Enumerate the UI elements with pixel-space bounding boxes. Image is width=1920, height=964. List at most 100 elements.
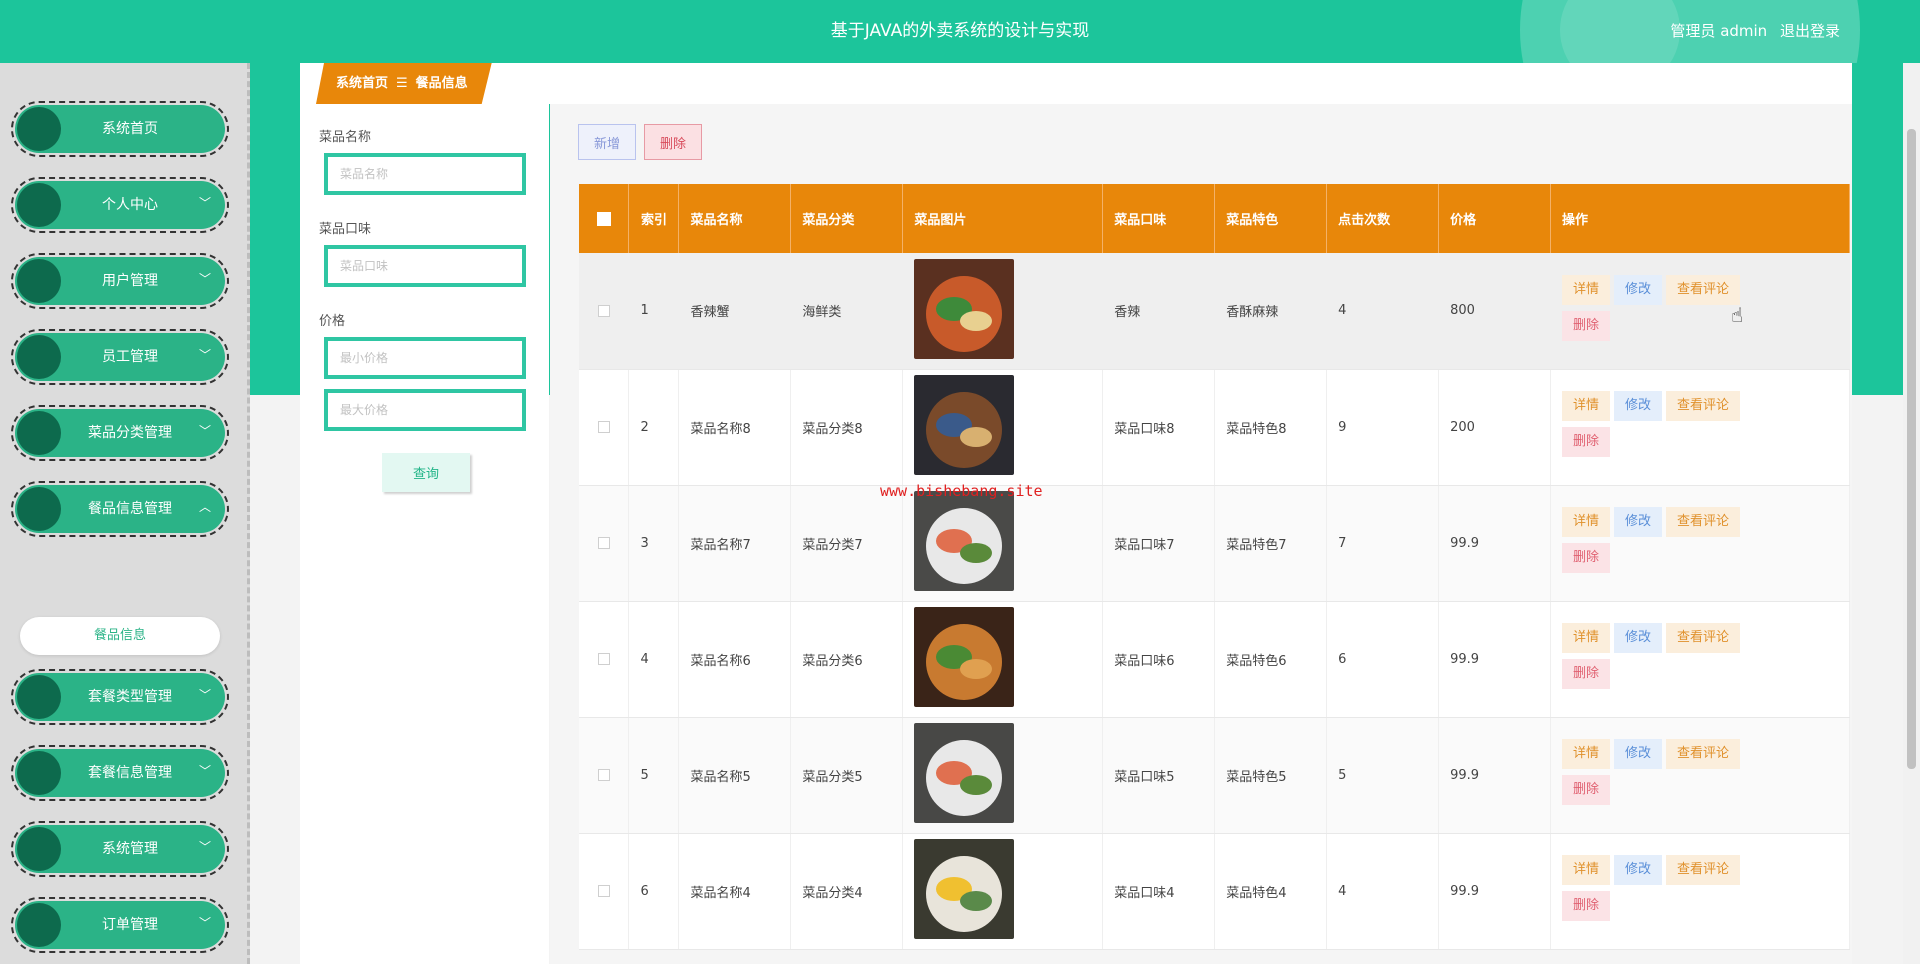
view-reviews-button[interactable]: 查看评论 <box>1666 391 1741 421</box>
sidebar-item-dish-info[interactable]: 餐品信息管理 ︿ <box>11 481 229 537</box>
sidebar-item-set-type[interactable]: 套餐类型管理 ﹀ <box>11 669 229 725</box>
sidebar-item-personal[interactable]: 个人中心 ﹀ <box>11 177 229 233</box>
table-row[interactable]: 1 香辣蟹 海鲜类 香辣 香酥麻辣 4 800 详情 修改 查看评论 删除 <box>579 253 1850 370</box>
menu-knob-icon <box>17 183 61 227</box>
dish-name-input[interactable] <box>324 153 526 195</box>
max-price-input[interactable] <box>324 389 526 431</box>
sidebar-subitem-dish-info[interactable]: 餐品信息 <box>20 617 220 655</box>
row-select-cell[interactable] <box>579 369 630 486</box>
query-button[interactable]: 查询 <box>382 453 470 492</box>
row-actions: 详情 修改 查看评论删除 <box>1550 833 1850 950</box>
menu-knob-icon <box>17 675 61 719</box>
row-dish-taste: 菜品口味8 <box>1102 369 1216 486</box>
row-dish-feature: 菜品特色4 <box>1214 833 1328 950</box>
menu-pill: 套餐类型管理 ﹀ <box>15 673 225 721</box>
select-all-checkbox[interactable] <box>596 211 611 226</box>
row-dish-image-cell <box>902 717 1104 834</box>
edit-button[interactable]: 修改 <box>1614 623 1663 653</box>
dish-image <box>914 258 1015 359</box>
menu-pill: 系统首页 <box>15 105 225 153</box>
row-dish-taste: 香辣 <box>1102 253 1216 370</box>
row-delete-button[interactable]: 删除 <box>1562 427 1611 457</box>
view-reviews-button[interactable]: 查看评论 <box>1666 855 1741 885</box>
menu-knob-icon <box>17 411 61 455</box>
table-row[interactable]: 6 菜品名称4 菜品分类4 菜品口味4 菜品特色4 4 99.9 详情 修改 查看评… <box>579 833 1850 950</box>
breadcrumb-home[interactable]: 系统首页 <box>336 76 388 91</box>
row-select-cell[interactable] <box>579 833 630 950</box>
sidebar-item-orders[interactable]: 订单管理 ﹀ <box>11 897 229 953</box>
logout-link[interactable]: 退出登录 <box>1780 22 1840 40</box>
row-dish-feature: 菜品特色5 <box>1214 717 1328 834</box>
table-row[interactable]: 4 菜品名称6 菜品分类6 菜品口味6 菜品特色6 6 99.9 详情 修改 查看评… <box>579 601 1850 718</box>
row-delete-button[interactable]: 删除 <box>1562 310 1611 341</box>
sidebar-item-system[interactable]: 系统管理 ﹀ <box>11 821 229 877</box>
detail-button[interactable]: 详情 <box>1562 274 1611 305</box>
dish-image <box>914 491 1015 591</box>
view-reviews-button[interactable]: 查看评论 <box>1666 507 1741 537</box>
view-reviews-button[interactable]: 查看评论 <box>1666 739 1741 769</box>
row-dish-taste: 菜品口味4 <box>1102 833 1216 950</box>
edit-button[interactable]: 修改 <box>1614 739 1663 769</box>
delete-button[interactable]: 删除 <box>644 124 702 160</box>
row-checkbox[interactable] <box>597 769 610 781</box>
sidebar: 系统首页 个人中心 ﹀ 用户管理 ﹀ 员工管理 ﹀ 菜品分类管理 ﹀ 餐品信息管… <box>0 63 250 964</box>
row-checkbox[interactable] <box>597 537 610 549</box>
row-dish-image-cell <box>902 833 1104 950</box>
detail-button[interactable]: 详情 <box>1562 391 1611 421</box>
row-select-cell[interactable] <box>579 253 630 370</box>
row-delete-button[interactable]: 删除 <box>1562 543 1611 573</box>
sidebar-item-label: 菜品分类管理 <box>88 425 172 441</box>
sidebar-item-set-info[interactable]: 套餐信息管理 ﹀ <box>11 745 229 801</box>
sidebar-item-label: 系统管理 <box>102 841 158 857</box>
row-delete-button[interactable]: 删除 <box>1562 659 1611 689</box>
breadcrumb-bar: 系统首页 ☰ 餐品信息 <box>300 63 1852 104</box>
dish-image <box>914 839 1015 939</box>
row-select-cell[interactable] <box>579 485 630 602</box>
edit-button[interactable]: 修改 <box>1614 855 1663 885</box>
page-scrollbar[interactable] <box>1903 63 1920 964</box>
price-label: 价格 <box>319 314 346 329</box>
row-delete-button[interactable]: 删除 <box>1562 775 1611 805</box>
row-delete-button[interactable]: 删除 <box>1562 891 1611 921</box>
row-select-cell[interactable] <box>579 717 630 834</box>
min-price-input[interactable] <box>324 337 526 379</box>
row-select-cell[interactable] <box>579 601 630 718</box>
scrollbar-thumb[interactable] <box>1907 129 1916 769</box>
app-title: 基于JAVA的外卖系统的设计与实现 <box>830 21 1090 41</box>
chevron-down-icon: ﹀ <box>198 424 211 438</box>
table-row[interactable]: 2 菜品名称8 菜品分类8 菜品口味8 菜品特色8 9 200 详情 修改 查看评论… <box>579 369 1850 486</box>
view-reviews-button[interactable]: 查看评论 <box>1666 623 1741 653</box>
detail-button[interactable]: 详情 <box>1562 507 1611 537</box>
row-checkbox[interactable] <box>597 885 610 897</box>
row-dish-feature: 香酥麻辣 <box>1214 253 1328 370</box>
edit-button[interactable]: 修改 <box>1614 274 1663 305</box>
edit-button[interactable]: 修改 <box>1614 507 1663 537</box>
select-all-header[interactable] <box>579 184 630 253</box>
sidebar-item-home[interactable]: 系统首页 <box>11 101 229 157</box>
dish-taste-input[interactable] <box>324 245 526 287</box>
row-price: 99.9 <box>1438 485 1552 602</box>
menu-knob-icon <box>17 903 61 947</box>
row-checkbox[interactable] <box>597 304 610 317</box>
row-checkbox[interactable] <box>597 653 610 665</box>
sidebar-item-staff[interactable]: 员工管理 ﹀ <box>11 329 229 385</box>
detail-button[interactable]: 详情 <box>1562 623 1611 653</box>
dish-table: 索引 菜品名称 菜品分类 菜品图片 菜品口味 菜品特色 点击次数 价格 操作 1… <box>579 184 1850 950</box>
row-actions: 详情 修改 查看评论删除 <box>1550 601 1850 718</box>
row-index: 3 <box>628 485 680 602</box>
view-reviews-button[interactable]: 查看评论 <box>1666 274 1741 305</box>
edit-button[interactable]: 修改 <box>1614 391 1663 421</box>
breadcrumb-current: 餐品信息 <box>415 76 468 91</box>
detail-button[interactable]: 详情 <box>1562 855 1611 885</box>
table-row[interactable]: 3 菜品名称7 菜品分类7 菜品口味7 菜品特色7 7 99.9 详情 修改 查看评… <box>579 485 1850 602</box>
row-dish-name: 香辣蟹 <box>678 253 792 370</box>
sidebar-item-users[interactable]: 用户管理 ﹀ <box>11 253 229 309</box>
detail-button[interactable]: 详情 <box>1562 739 1611 769</box>
table-row[interactable]: 5 菜品名称5 菜品分类5 菜品口味5 菜品特色5 5 99.9 详情 修改 查看评… <box>579 717 1850 834</box>
user-label: 管理员 admin <box>1670 22 1768 40</box>
sidebar-item-dish-category[interactable]: 菜品分类管理 ﹀ <box>11 405 229 461</box>
sidebar-item-label: 订单管理 <box>102 917 158 933</box>
add-button[interactable]: 新增 <box>578 124 636 160</box>
col-taste: 菜品口味 <box>1102 184 1216 253</box>
row-checkbox[interactable] <box>597 421 610 433</box>
